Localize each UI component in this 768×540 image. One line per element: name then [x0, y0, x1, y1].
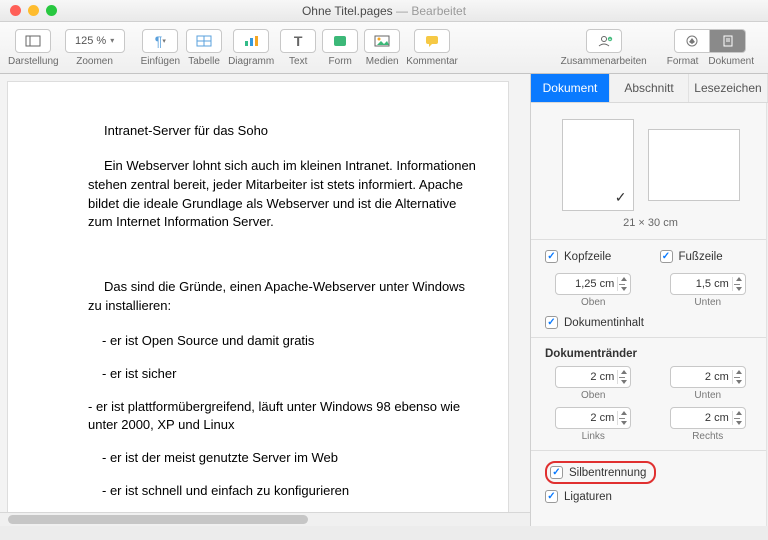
unten-label: Unten — [694, 390, 721, 401]
comment-button[interactable] — [414, 29, 450, 53]
tab-abschnitt[interactable]: Abschnitt — [610, 74, 689, 102]
collaborate-button[interactable]: + — [586, 29, 622, 53]
text-button[interactable]: T — [280, 29, 316, 53]
titlebar: Ohne Titel.pages — Bearbeitet — [0, 0, 768, 22]
margin-right-value: 2 cm — [705, 412, 729, 424]
list-item: - er ist Open Source und damit gratis — [102, 332, 478, 351]
inspector-content: ✓ 21 × 30 cm Kopfzeile Fußzeile 1,25 cm O… — [531, 103, 768, 526]
unten-label: Unten — [694, 297, 721, 308]
close-icon[interactable] — [10, 5, 21, 16]
document-tab-button[interactable] — [710, 29, 746, 53]
margin-bottom-stepper[interactable]: 2 cm — [670, 366, 746, 388]
margin-left-stepper[interactable]: 2 cm — [555, 407, 631, 429]
svg-text:+: + — [608, 37, 611, 43]
fusszeile-value: 1,5 cm — [696, 278, 729, 290]
separator — [531, 337, 768, 338]
window-controls — [0, 5, 57, 16]
minimize-icon[interactable] — [28, 5, 39, 16]
view-label: Darstellung — [8, 56, 59, 67]
shape-label: Form — [329, 56, 352, 67]
silbentrennung-highlight: Silbentrennung — [545, 461, 656, 484]
raender-heading: Dokumentränder — [545, 348, 756, 360]
collaborate-label: Zusammenarbeiten — [561, 56, 647, 67]
paragraph-2: Das sind die Gründe, einen Apache-Webser… — [88, 278, 478, 316]
page-thumbnails: ✓ — [545, 119, 756, 211]
inspector-toggle — [674, 29, 746, 53]
zoom-select[interactable]: 125 %▾ — [65, 29, 125, 53]
list-item: - er ist der meist genutzte Server im We… — [102, 449, 478, 468]
list-item: - er ist plattformübergreifend, läuft un… — [88, 398, 478, 436]
inspector-tabs: Dokument Abschnitt Lesezeichen — [531, 74, 768, 103]
margin-top-value: 2 cm — [590, 371, 614, 383]
kopfzeile-label: Kopfzeile — [564, 251, 611, 263]
page-template-landscape[interactable] — [648, 129, 740, 201]
shape-button[interactable] — [322, 29, 358, 53]
format-label: Format — [667, 56, 699, 67]
comment-label: Kommentar — [406, 56, 458, 67]
heading: Intranet-Server für das Soho — [88, 122, 478, 141]
silbentrennung-checkbox[interactable] — [550, 466, 563, 479]
toolbar: Darstellung 125 %▾ Zoomen ¶▾ Einfügen Ta… — [0, 22, 768, 74]
page-template-portrait[interactable]: ✓ — [562, 119, 634, 211]
dokumentinhalt-label: Dokumentinhalt — [564, 317, 644, 329]
check-icon: ✓ — [615, 189, 627, 206]
media-label: Medien — [366, 56, 399, 67]
chart-button[interactable] — [233, 29, 269, 53]
main-area: Intranet-Server für das Soho Ein Webserv… — [0, 74, 768, 526]
list-item: - er ist schnell und einfach zu konfigur… — [102, 482, 478, 501]
ligaturen-checkbox[interactable] — [545, 490, 558, 503]
horizontal-scrollbar[interactable] — [0, 512, 530, 526]
insert-label: Einfügen — [141, 56, 180, 67]
document-label: Dokument — [708, 56, 754, 67]
oben-label: Oben — [581, 390, 605, 401]
document-canvas[interactable]: Intranet-Server für das Soho Ein Webserv… — [0, 74, 530, 526]
oben-label: Oben — [581, 297, 605, 308]
rechts-label: Rechts — [692, 431, 723, 442]
fusszeile-label: Fußzeile — [679, 251, 723, 263]
kopfzeile-checkbox[interactable] — [545, 250, 558, 263]
tab-lesezeichen[interactable]: Lesezeichen — [689, 74, 768, 102]
margin-top-stepper[interactable]: 2 cm — [555, 366, 631, 388]
page-dimensions: 21 × 30 cm — [545, 217, 756, 229]
list-item: - er ist sicher — [102, 365, 478, 384]
silbentrennung-label: Silbentrennung — [569, 467, 646, 479]
table-button[interactable] — [186, 29, 222, 53]
margin-bottom-value: 2 cm — [705, 371, 729, 383]
scrollbar-thumb[interactable] — [8, 515, 308, 524]
page[interactable]: Intranet-Server für das Soho Ein Webserv… — [8, 82, 508, 526]
fusszeile-checkbox[interactable] — [660, 250, 673, 263]
fusszeile-stepper[interactable]: 1,5 cm — [670, 273, 746, 295]
kopfzeile-stepper[interactable]: 1,25 cm — [555, 273, 631, 295]
text-label: Text — [289, 56, 307, 67]
tab-dokument[interactable]: Dokument — [531, 74, 610, 102]
chart-label: Diagramm — [228, 56, 274, 67]
window-title: Ohne Titel.pages — Bearbeitet — [0, 4, 768, 18]
zoom-label: Zoomen — [76, 56, 113, 67]
format-tab-button[interactable] — [674, 29, 710, 53]
zoom-value: 125 % — [75, 35, 106, 47]
inspector-panel: Dokument Abschnitt Lesezeichen ✓ 21 × 30… — [530, 74, 768, 526]
separator — [531, 450, 768, 451]
ligaturen-label: Ligaturen — [564, 491, 612, 503]
dokumentinhalt-checkbox[interactable] — [545, 316, 558, 329]
margin-left-value: 2 cm — [590, 412, 614, 424]
insert-button[interactable]: ¶▾ — [142, 29, 178, 53]
kopfzeile-value: 1,25 cm — [575, 278, 614, 290]
view-button[interactable] — [15, 29, 51, 53]
paragraph-1: Ein Webserver lohnt sich auch im kleinen… — [88, 157, 478, 232]
media-button[interactable] — [364, 29, 400, 53]
margin-right-stepper[interactable]: 2 cm — [670, 407, 746, 429]
separator — [531, 239, 768, 240]
table-label: Tabelle — [188, 56, 220, 67]
links-label: Links — [582, 431, 605, 442]
edited-indicator: — Bearbeitet — [396, 4, 466, 18]
doc-name: Ohne Titel.pages — [302, 4, 393, 18]
maximize-icon[interactable] — [46, 5, 57, 16]
